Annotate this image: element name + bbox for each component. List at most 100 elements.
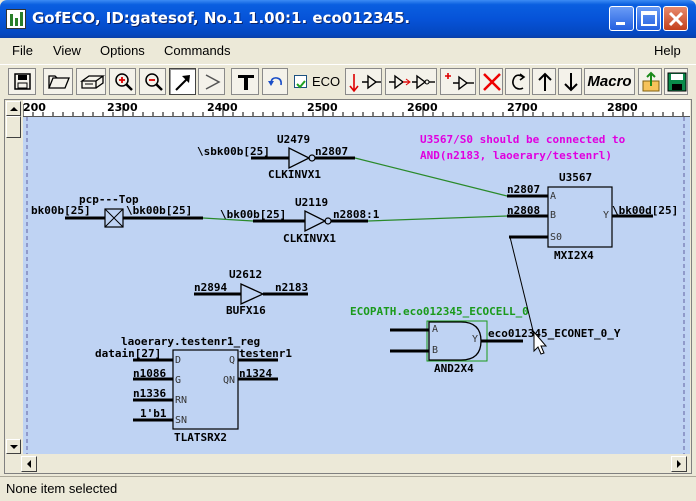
gate-u2119-output-net: n2808:1 bbox=[333, 208, 380, 221]
port-left-net: bk00b[25] bbox=[31, 204, 91, 217]
gate-u2479-type: CLKINVX1 bbox=[268, 168, 321, 181]
title-bar: GofECO, ID:gatesof, No.1 1.00:1. eco0123… bbox=[0, 0, 696, 38]
text-icon bbox=[238, 75, 254, 90]
note-text-line1: U3567/S0 should be connected to bbox=[420, 133, 626, 146]
eco-label: ECO bbox=[312, 74, 341, 89]
toolbar: ECO Macro bbox=[0, 64, 696, 98]
wire-n2807[interactable] bbox=[354, 157, 508, 197]
rotate-button[interactable] bbox=[505, 68, 530, 95]
scroll-up-icon bbox=[10, 107, 18, 111]
open-button[interactable] bbox=[43, 68, 73, 95]
eco-and-pin-y: Y bbox=[472, 334, 478, 345]
eco-and-pin-a: A bbox=[432, 324, 438, 335]
rotate-icon bbox=[512, 73, 526, 90]
zoom-out-button[interactable] bbox=[139, 68, 166, 95]
scroll-up-button[interactable] bbox=[6, 101, 21, 116]
register-pin-qn: QN bbox=[223, 375, 235, 386]
gate-u3567-type: MXI2X4 bbox=[554, 249, 594, 262]
register-qn-net: n1324 bbox=[239, 367, 272, 380]
gate-u3567-output-net: \bk00d[25] bbox=[612, 204, 678, 217]
gate-u2119-type: CLKINVX1 bbox=[283, 232, 336, 245]
insert-buffer-button[interactable] bbox=[345, 68, 382, 95]
menu-help[interactable]: Help bbox=[654, 43, 681, 58]
gate-u2479[interactable]: U2479 \sbk00b[25] n2807 CLKINVX1 bbox=[197, 133, 355, 181]
vertical-scrollbar[interactable] bbox=[6, 101, 21, 454]
maximize-button[interactable] bbox=[636, 6, 661, 31]
menu-commands[interactable]: Commands bbox=[164, 43, 230, 58]
app-icon bbox=[6, 9, 26, 29]
move-down-button[interactable] bbox=[558, 68, 582, 95]
gate-u2612-output-net: n2183 bbox=[275, 281, 308, 294]
gate-u3567-pin-b: B bbox=[550, 210, 556, 221]
ruler-label: 2400 bbox=[207, 101, 238, 114]
undo-button[interactable] bbox=[262, 68, 288, 95]
schematic-canvas[interactable]: U3567/S0 should be connected to AND(n218… bbox=[23, 117, 690, 454]
scroll-right-button[interactable] bbox=[671, 456, 687, 472]
gate-u2479-name: U2479 bbox=[277, 133, 310, 146]
open-icon bbox=[48, 75, 70, 89]
menu-file[interactable]: File bbox=[12, 43, 33, 58]
macro-button[interactable]: Macro bbox=[584, 68, 635, 95]
gate-u2119-name: U2119 bbox=[295, 196, 328, 209]
register-d-net: datain[27] bbox=[95, 347, 161, 360]
undo-icon bbox=[268, 77, 282, 86]
register-pin-g: G bbox=[175, 375, 181, 386]
gate-u2612-name: U2612 bbox=[229, 268, 262, 281]
upload-button[interactable] bbox=[638, 68, 662, 95]
eco-path-label: ECOPATH.eco012345_ECOCELL_0 bbox=[350, 305, 529, 318]
save-icon bbox=[14, 73, 31, 90]
insert-inverter-icon bbox=[389, 74, 435, 90]
close-icon bbox=[668, 11, 684, 27]
text-button[interactable] bbox=[231, 68, 259, 95]
move-up-button[interactable] bbox=[532, 68, 556, 95]
register-pin-rn: RN bbox=[175, 395, 187, 406]
gate-u2612-input-net: n2894 bbox=[194, 281, 227, 294]
gate-u3567[interactable]: U3567 A B S0 Y n2807 n2808 \bk00d[25] MX… bbox=[507, 171, 678, 262]
ruler-label: 200 bbox=[23, 101, 46, 114]
menu-view[interactable]: View bbox=[53, 43, 81, 58]
register-testenr1[interactable]: laoerary.testenr1_reg D G RN SN Q QN dat… bbox=[95, 335, 292, 444]
save-disk-button[interactable] bbox=[664, 68, 688, 95]
insert-gate-icon bbox=[445, 73, 474, 91]
eco-cell-and2x4[interactable]: ECOPATH.eco012345_ECOCELL_0 A B Y eco012… bbox=[350, 305, 621, 375]
delete-button[interactable] bbox=[479, 68, 503, 95]
buffer-button[interactable] bbox=[198, 68, 225, 95]
wire-n2808[interactable] bbox=[367, 215, 508, 222]
vertical-scroll-thumb[interactable] bbox=[6, 116, 21, 138]
print-button[interactable] bbox=[76, 68, 106, 95]
menu-options[interactable]: Options bbox=[100, 43, 145, 58]
print-icon bbox=[79, 75, 106, 89]
gate-u3567-pin-s0: S0 bbox=[550, 232, 562, 243]
gate-u2119[interactable]: U2119 \bk00b[25] n2808:1 CLKINVX1 bbox=[220, 196, 380, 245]
save-button[interactable] bbox=[8, 68, 36, 95]
select-arrow-icon bbox=[175, 75, 190, 91]
ruler-label: 2800 bbox=[607, 101, 638, 114]
scroll-down-button[interactable] bbox=[6, 439, 21, 454]
register-q-net: testenr1 bbox=[239, 347, 292, 360]
scroll-left-button[interactable] bbox=[21, 456, 37, 472]
eco-and-type: AND2X4 bbox=[434, 362, 474, 375]
zoom-in-icon bbox=[115, 73, 133, 91]
port-pcp-top[interactable]: pcp---Top bk00b[25] \bk00b[25] bbox=[31, 193, 203, 228]
insert-buffer-icon bbox=[349, 74, 381, 93]
port-right-net: \bk00b[25] bbox=[126, 204, 192, 217]
register-pin-q: Q bbox=[229, 355, 235, 366]
zoom-out-icon bbox=[145, 73, 163, 91]
close-button[interactable] bbox=[663, 6, 688, 31]
select-button[interactable] bbox=[169, 68, 196, 95]
horizontal-scrollbar[interactable] bbox=[21, 456, 687, 472]
insert-inverter-button[interactable] bbox=[385, 68, 437, 95]
schematic-drawing[interactable]: U3567/S0 should be connected to AND(n218… bbox=[23, 117, 690, 454]
save-disk-icon bbox=[667, 72, 687, 92]
insert-gate-button[interactable] bbox=[440, 68, 476, 95]
buffer-icon bbox=[205, 74, 221, 90]
up-arrow-icon bbox=[538, 72, 552, 91]
zoom-in-button[interactable] bbox=[109, 68, 136, 95]
status-text: None item selected bbox=[6, 481, 118, 496]
register-sn-net: 1'b1 bbox=[140, 407, 167, 420]
register-pin-sn: SN bbox=[175, 415, 187, 426]
gate-u2479-input-net: \sbk00b[25] bbox=[197, 145, 270, 158]
minimize-button[interactable] bbox=[609, 6, 634, 31]
gate-u2612[interactable]: U2612 n2894 n2183 BUFX16 bbox=[194, 268, 308, 317]
eco-checkbox[interactable] bbox=[294, 75, 307, 89]
